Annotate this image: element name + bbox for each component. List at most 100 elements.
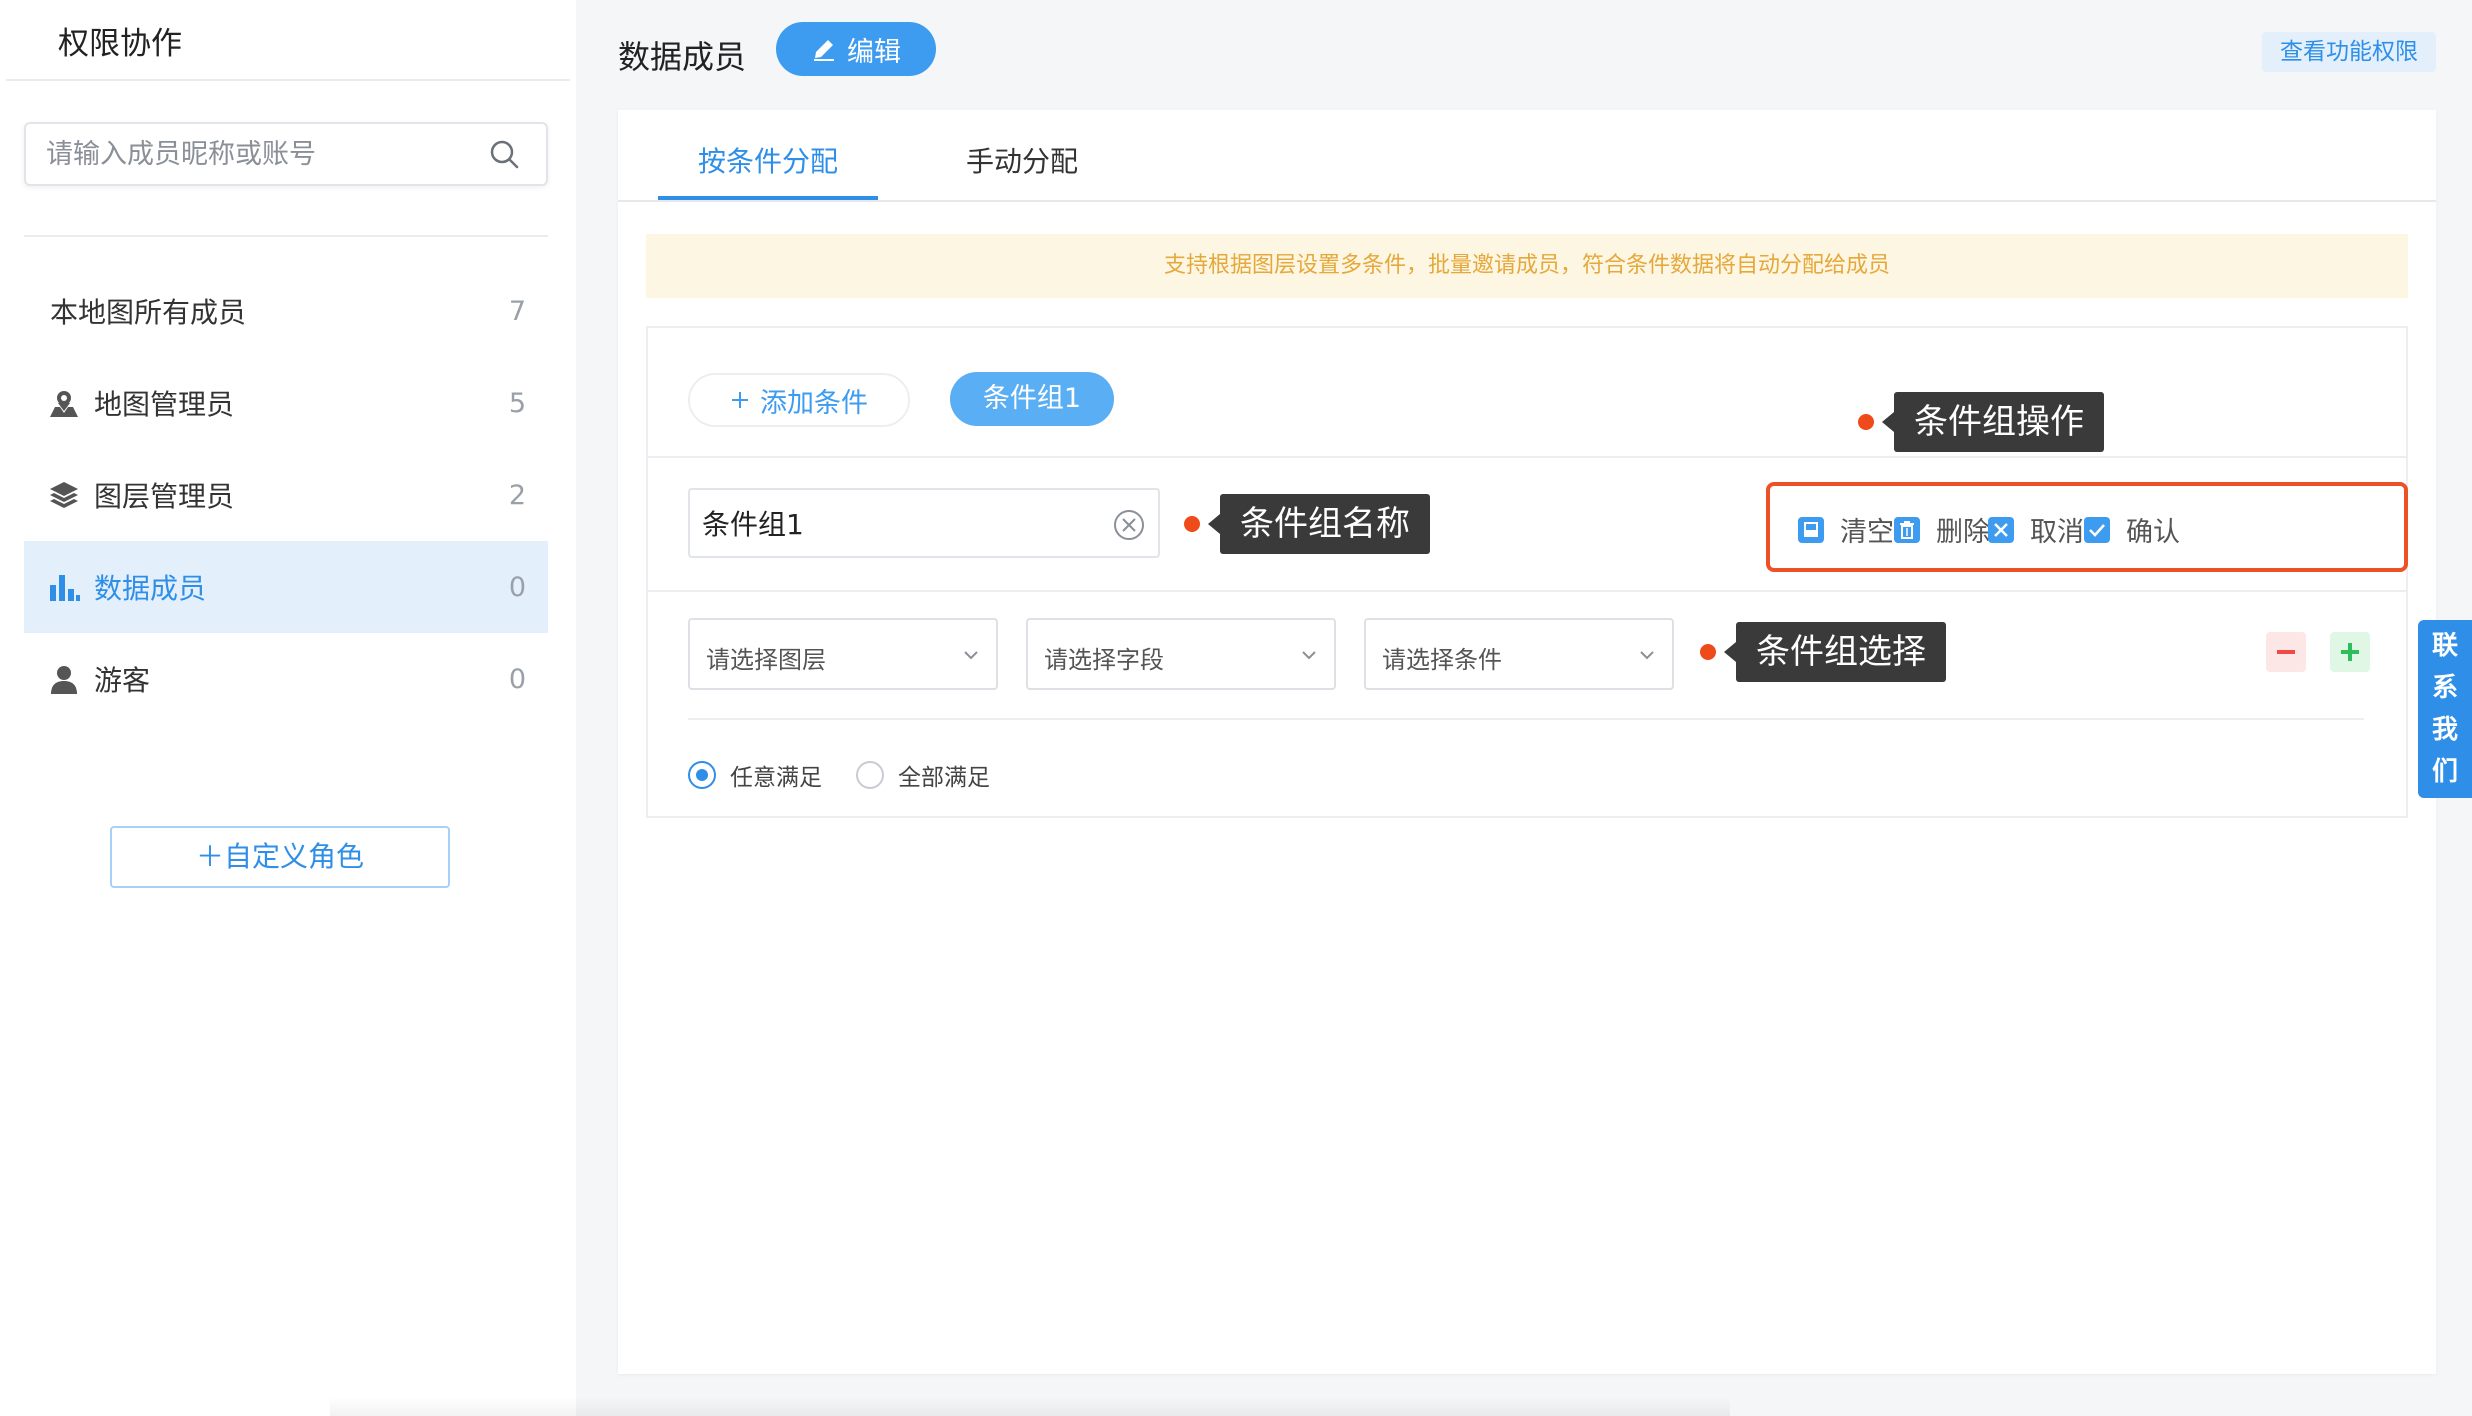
confirm-button[interactable]: 确认 (2082, 510, 2180, 549)
role-label: 图层管理员 (94, 480, 235, 513)
sidebar-title: 权限协作 (58, 26, 182, 62)
role-count: 0 (508, 663, 526, 695)
check-icon (2084, 516, 2110, 543)
trash-icon (1894, 516, 1920, 543)
member-search (24, 122, 548, 186)
radio-label: 全部满足 (898, 765, 990, 791)
condition-select[interactable]: 请选择条件 (1364, 618, 1674, 690)
annotation-arrow (1882, 412, 1894, 432)
page-title: 数据成员 (618, 38, 747, 76)
role-count: 7 (508, 295, 526, 327)
add-condition-label: 添加条件 (760, 387, 868, 419)
chevron-down-icon (964, 651, 978, 660)
delete-button[interactable]: 删除 (1892, 510, 1990, 549)
divider (648, 590, 2406, 592)
delete-label: 删除 (1936, 517, 1990, 548)
contact-us-char: 我 (2431, 715, 2458, 745)
field-select-label: 请选择字段 (1044, 646, 1164, 674)
notice-bar: 支持根据图层设置多条件，批量邀请成员，符合条件数据将自动分配给成员 (646, 234, 2408, 298)
plus-icon (2341, 643, 2359, 661)
layer-select[interactable]: 请选择图层 (688, 618, 998, 690)
radio-match-all[interactable]: 全部满足 (856, 758, 990, 792)
annotation-arrow (1208, 514, 1220, 534)
add-row-button[interactable] (2330, 632, 2370, 672)
divider (618, 200, 2436, 202)
add-condition-button[interactable]: 添加条件 (688, 373, 910, 427)
radio-label: 任意满足 (730, 765, 822, 791)
radio-unchecked-icon (856, 761, 884, 789)
role-label: 本地图所有成员 (50, 296, 247, 329)
plus-icon (732, 392, 748, 408)
role-label: 游客 (94, 664, 151, 697)
custom-role-button[interactable]: ＋自定义角色 (110, 826, 450, 888)
group-name-field (688, 488, 1160, 558)
edit-label: 编辑 (847, 36, 901, 68)
radio-checked-icon (688, 761, 716, 789)
annotation-dot (1858, 414, 1874, 430)
annotation-dot (1184, 516, 1200, 532)
role-label: 地图管理员 (94, 388, 235, 421)
tab-condition-assign[interactable]: 按条件分配 (698, 140, 838, 180)
annotation-group-select: 条件组选择 (1700, 622, 1946, 682)
role-item-all-members[interactable]: 本地图所有成员 7 (24, 265, 548, 357)
group-ops-highlight: 清空 删除 取消 确认 (1766, 482, 2408, 572)
contact-us-char: 系 (2431, 673, 2458, 703)
divider (648, 456, 2406, 458)
cancel-label: 取消 (2030, 517, 2084, 548)
condition-group-tab[interactable]: 条件组1 (950, 372, 1114, 426)
annotation-dot (1700, 644, 1716, 660)
sidebar: 权限协作 本地图所有成员 7 地图管理员 5 图层管理员 2 (0, 0, 576, 1416)
close-icon (1988, 516, 2014, 543)
divider (6, 79, 570, 81)
condition-select-label: 请选择条件 (1382, 646, 1502, 674)
bottom-shadow (330, 1396, 1730, 1416)
contact-us-button[interactable]: 联 系 我 们 (2418, 620, 2472, 798)
map-admin-icon (50, 391, 78, 417)
role-label: 数据成员 (94, 572, 207, 605)
view-permissions-link[interactable]: 查看功能权限 (2262, 32, 2436, 72)
role-item-map-admin[interactable]: 地图管理员 5 (24, 357, 548, 449)
role-count: 5 (508, 387, 526, 419)
chevron-down-icon (1640, 651, 1654, 660)
member-search-input[interactable] (46, 124, 486, 184)
layer-select-label: 请选择图层 (706, 646, 826, 674)
user-icon (51, 666, 77, 694)
pencil-icon (814, 40, 834, 61)
role-count: 0 (508, 571, 526, 603)
annotation-arrow (1724, 642, 1736, 662)
field-select[interactable]: 请选择字段 (1026, 618, 1336, 690)
tab-manual-assign[interactable]: 手动分配 (966, 140, 1078, 180)
cancel-button[interactable]: 取消 (1986, 510, 2084, 549)
role-item-layer-admin[interactable]: 图层管理员 2 (24, 449, 548, 541)
bar-chart-icon (50, 575, 80, 601)
annotation-label: 条件组名称 (1220, 494, 1430, 554)
contact-us-char: 联 (2431, 631, 2458, 661)
clear-circle-icon[interactable] (1112, 508, 1146, 542)
role-count: 2 (508, 479, 526, 511)
role-item-guest[interactable]: 游客 0 (24, 633, 548, 725)
role-item-data-member[interactable]: 数据成员 0 (24, 541, 548, 633)
match-mode-radio-group: 任意满足 全部满足 (688, 758, 1024, 792)
layers-icon (50, 482, 78, 508)
radio-match-any[interactable]: 任意满足 (688, 758, 822, 792)
clear-label: 清空 (1840, 517, 1894, 548)
clear-button[interactable]: 清空 (1796, 510, 1894, 549)
search-icon[interactable] (488, 138, 520, 170)
annotation-label: 条件组操作 (1894, 392, 2104, 452)
divider (688, 718, 2364, 720)
eraser-icon (1798, 516, 1824, 543)
group-name-input[interactable] (702, 490, 1102, 556)
annotation-group-name: 条件组名称 (1184, 494, 1430, 554)
main-panel: 按条件分配 手动分配 支持根据图层设置多条件，批量邀请成员，符合条件数据将自动分… (618, 110, 2436, 1374)
minus-icon (2277, 650, 2295, 654)
divider (24, 235, 548, 237)
edit-button[interactable]: 编辑 (776, 22, 936, 76)
remove-row-button[interactable] (2266, 632, 2306, 672)
condition-box: 添加条件 条件组1 清空 (646, 326, 2408, 818)
contact-us-char: 们 (2431, 757, 2458, 787)
annotation-label: 条件组选择 (1736, 622, 1946, 682)
annotation-group-ops: 条件组操作 (1858, 392, 2104, 452)
confirm-label: 确认 (2126, 517, 2180, 548)
active-tab-indicator (658, 196, 878, 200)
chevron-down-icon (1302, 651, 1316, 660)
